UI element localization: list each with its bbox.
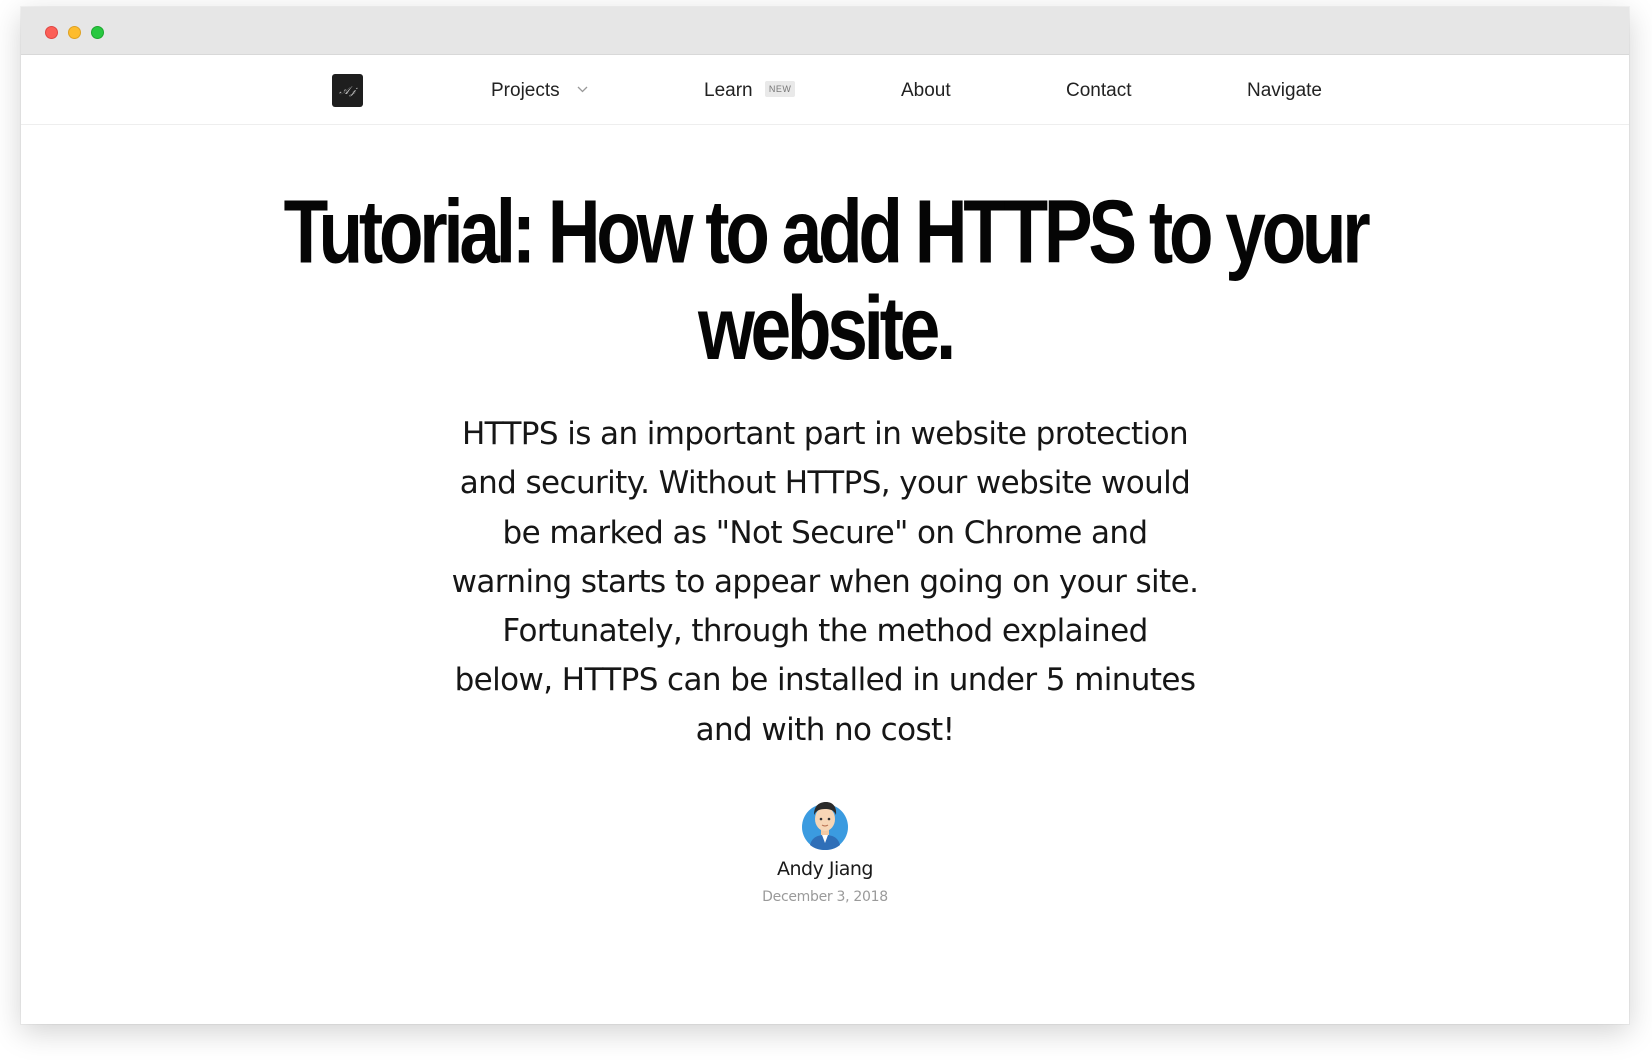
nav-navigate[interactable]: Navigate — [1247, 79, 1322, 103]
site-logo[interactable]: 𝒜𝒿 — [332, 74, 363, 107]
close-window-button[interactable] — [45, 26, 58, 39]
nav-learn-label: Learn — [704, 80, 753, 101]
site-navbar: 𝒜𝒿 Projects Learn NEW About Contact Navi… — [21, 55, 1629, 125]
new-badge: NEW — [764, 80, 796, 97]
lede-line-3: be marked as "Not Secure" on Chrome and — [502, 514, 1149, 551]
lede-line-7: and with no cost! — [695, 711, 955, 748]
chevron-down-icon — [577, 76, 588, 100]
nav-learn[interactable]: Learn NEW — [704, 79, 796, 103]
publish-date: December 3, 2018 — [762, 889, 888, 905]
author-name[interactable]: Andy Jiang — [21, 857, 1629, 881]
nav-about[interactable]: About — [901, 79, 951, 103]
maximize-window-button[interactable] — [91, 26, 104, 39]
author-avatar[interactable] — [800, 799, 850, 851]
nav-projects-label: Projects — [491, 80, 560, 102]
browser-window: 𝒜𝒿 Projects Learn NEW About Contact Navi… — [21, 7, 1629, 1024]
author-byline: Andy Jiang December 3, 2018 — [21, 799, 1629, 905]
article-title: Tutorial: How to add HTTPS to your websi… — [134, 184, 1517, 377]
nav-about-label: About — [901, 80, 951, 101]
lede-line-6: below, HTTPS can be installed in under 5… — [454, 662, 1196, 699]
minimize-window-button[interactable] — [68, 26, 81, 39]
lede-line-4: warning starts to appear when going on y… — [451, 563, 1199, 600]
nav-projects[interactable]: Projects — [491, 79, 588, 103]
lede-line-5: Fortunately, through the method explaine… — [502, 613, 1148, 650]
signature-logo-icon: 𝒜𝒿 — [339, 84, 356, 97]
lede-line-1: HTTPS is an important part in website pr… — [461, 416, 1189, 452]
article-title-line-1: Tutorial: How to add HTTPS to your — [283, 181, 1371, 283]
article-lede: HTTPS is an important part in website pr… — [441, 410, 1209, 755]
nav-contact[interactable]: Contact — [1066, 79, 1131, 103]
nav-contact-label: Contact — [1066, 80, 1132, 101]
article-title-line-2: website. — [697, 278, 956, 380]
window-titlebar — [21, 7, 1629, 55]
nav-navigate-label: Navigate — [1247, 80, 1322, 101]
lede-line-2: and security. Without HTTPS, your websit… — [459, 465, 1191, 502]
